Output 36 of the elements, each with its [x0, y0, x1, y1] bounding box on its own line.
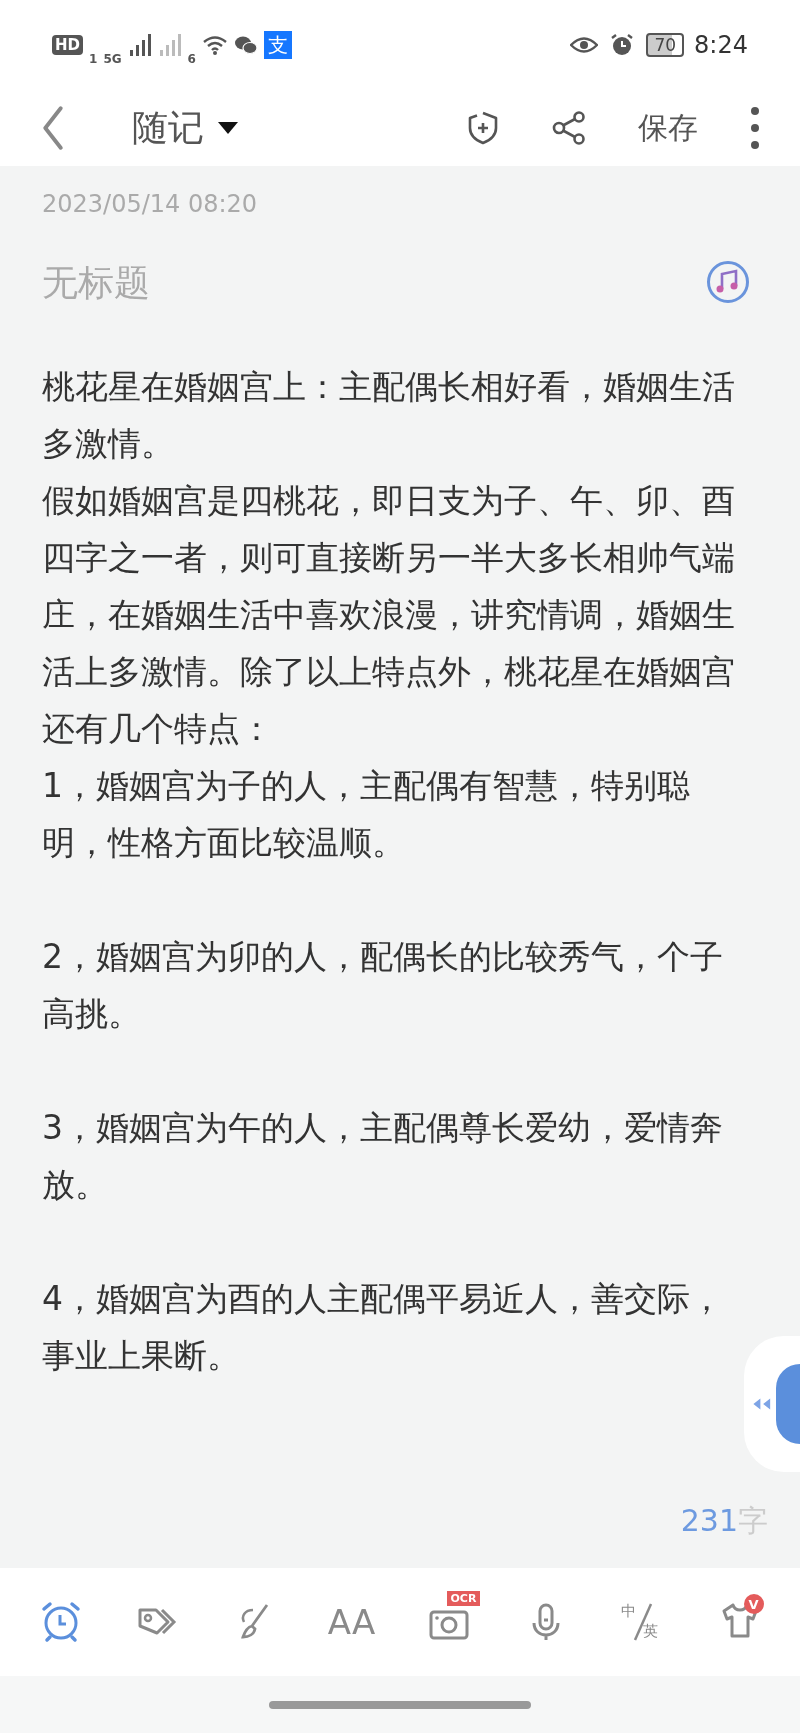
- back-icon[interactable]: [42, 106, 64, 150]
- wifi-icon: [201, 35, 228, 55]
- translate-button[interactable]: 中 英: [620, 1602, 665, 1642]
- ocr-badge: OCR: [446, 1591, 481, 1606]
- app-badge: 支: [263, 31, 292, 59]
- save-button[interactable]: 保存: [638, 107, 698, 149]
- note-paragraph: 4，婚姻宫为酉的人主配偶平易近人，善交际，事业上果断。: [42, 1278, 724, 1377]
- more-icon[interactable]: [750, 106, 760, 150]
- battery-icon: 70: [646, 33, 685, 57]
- signal-icon: [127, 34, 152, 56]
- caret-icon[interactable]: [218, 122, 238, 134]
- music-note-icon[interactable]: [706, 260, 750, 304]
- home-indicator[interactable]: [269, 1700, 531, 1709]
- note-paragraph: 假如婚姻宫是四桃花，即日支为子、午、卯、酉四字之一者，则可直接断另一半大多长相帅气端庄，在婚姻生活中喜欢浪漫，讲究情调，婚姻生活上多激情。除了以上特点外，桃花星在婚姻宫还有几个特点：: [42, 480, 736, 750]
- title-input-field[interactable]: 无标题: [42, 261, 706, 303]
- vip-badge: V: [743, 1594, 764, 1614]
- note-date: 2023/05/14 08:20: [42, 190, 259, 218]
- note-paragraph: 3，婚姻宫为午的人，主配偶尊长爱幼，爱情奔放。: [42, 1107, 724, 1206]
- side-panel-handle[interactable]: [744, 1336, 800, 1472]
- note-paragraph: 1，婚姻宫为子的人，主配偶有智慧，特别聪明，性格方面比较温顺。: [42, 765, 691, 864]
- word-count: 231: [680, 1503, 738, 1538]
- folder-dropdown[interactable]: 随记: [132, 103, 238, 153]
- chat-icon: [233, 35, 258, 55]
- camera-icon[interactable]: [428, 1610, 469, 1640]
- wifi-label: 6: [187, 52, 196, 66]
- eye-icon: [570, 36, 599, 54]
- note-paragraph: 桃花星在婚姻宫上：主配偶长相好看，婚姻生活多激情。: [42, 366, 736, 465]
- network-label: 5G: [103, 52, 122, 66]
- share-icon[interactable]: [552, 111, 586, 145]
- shield-plus-icon[interactable]: [466, 111, 500, 145]
- note-paragraph: 2，婚姻宫为卯的人，配偶长的比较秀气，个子高挑。: [42, 936, 724, 1035]
- clock-time: 8:24: [694, 31, 748, 59]
- hd-badge: HD: [52, 35, 83, 55]
- alarm-icon: [610, 33, 635, 57]
- no-signal-icon: [157, 34, 182, 56]
- sim-label: 1: [89, 52, 98, 66]
